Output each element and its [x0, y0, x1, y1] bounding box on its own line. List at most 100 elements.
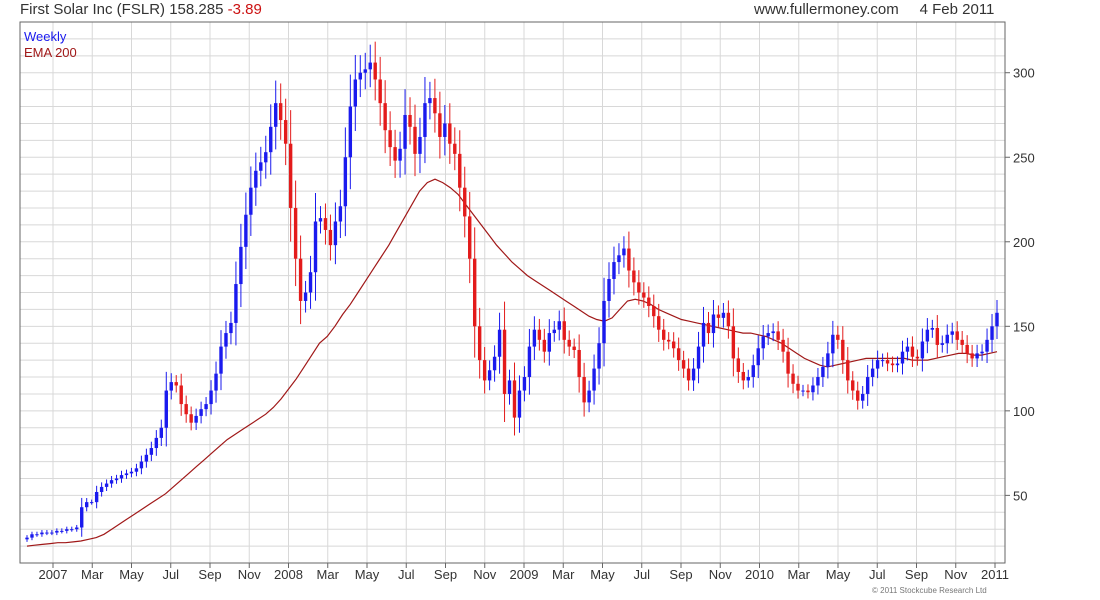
candle-body — [612, 262, 616, 279]
candle-body — [134, 468, 139, 472]
x-tick-label: May — [826, 567, 851, 582]
candle-body — [895, 363, 900, 366]
candle-body — [721, 312, 726, 318]
candle-body — [283, 120, 288, 144]
candle-body — [104, 483, 109, 487]
candle-body — [144, 454, 149, 462]
candle-body — [497, 329, 502, 357]
candle-body — [597, 343, 601, 369]
candle-body — [363, 69, 367, 73]
candle-body — [333, 221, 338, 246]
candle-body — [950, 331, 954, 335]
candle-body — [811, 385, 815, 393]
candle-body — [836, 334, 840, 340]
candle-body — [890, 363, 895, 366]
candle-body — [627, 248, 631, 271]
candle-body — [746, 377, 750, 381]
candle-body — [60, 530, 64, 532]
candle-body — [423, 103, 427, 137]
candle-body — [154, 437, 159, 449]
candle-body — [124, 473, 129, 476]
stock-chart: 50100150200250300 2007 Mar May Jul Sep Nov 200… — [19, 21, 1035, 582]
candle-body — [507, 380, 512, 394]
candle-body — [368, 62, 372, 70]
candle-body — [662, 329, 666, 340]
y-tick-label: 50 — [1013, 488, 1027, 503]
candle-body — [716, 314, 721, 318]
candle-body — [711, 314, 716, 334]
x-tick-label: Mar — [552, 567, 575, 582]
candle-body — [761, 336, 765, 349]
candle-body — [35, 534, 39, 536]
candle-body — [632, 270, 636, 283]
candle-body — [99, 486, 104, 492]
candle-body — [378, 79, 382, 104]
legend-weekly: Weekly — [24, 29, 67, 44]
candle-body — [194, 415, 198, 423]
candle-body — [448, 123, 452, 144]
x-tick-label: 2007 — [39, 567, 68, 582]
candle-body — [572, 346, 576, 350]
candle-body — [696, 346, 701, 369]
candle-body — [55, 530, 59, 533]
candle-body — [184, 404, 188, 415]
candle-body — [512, 380, 517, 418]
copyright-text: © 2011 Stockcube Research Ltd — [872, 586, 987, 595]
candle-body — [388, 130, 392, 148]
candle-body — [816, 377, 820, 386]
candle-body — [179, 385, 183, 405]
candle-body — [189, 414, 193, 423]
candle-body — [522, 377, 527, 391]
candle-body — [801, 390, 805, 392]
y-tick-label: 200 — [1013, 235, 1035, 250]
candle-body — [343, 157, 348, 207]
candle-body — [900, 351, 905, 364]
candle-body — [219, 346, 223, 374]
candle-body — [532, 329, 537, 347]
candle-body — [915, 356, 920, 359]
candle-body — [776, 331, 780, 340]
candle-body — [771, 331, 775, 334]
candle-body — [428, 98, 432, 104]
candle-body — [686, 368, 691, 381]
candle-body — [84, 502, 89, 508]
candle-body — [214, 373, 218, 391]
x-tick-label: Jul — [398, 567, 415, 582]
x-tick-label: Nov — [709, 567, 733, 582]
candle-body — [109, 480, 114, 484]
candle-body — [119, 475, 124, 479]
candle-body — [826, 353, 830, 367]
candle-body — [463, 187, 467, 217]
candle-body — [617, 255, 621, 263]
candle-body — [681, 360, 686, 369]
candle-body — [408, 114, 412, 127]
candle-body — [935, 328, 940, 345]
candle-body — [652, 306, 656, 317]
candle-body — [880, 360, 885, 362]
candle-body — [25, 537, 29, 540]
candle-body — [199, 409, 203, 416]
candle-body — [806, 390, 810, 393]
candle-body — [65, 529, 69, 531]
candle-body — [657, 316, 661, 330]
candle-body — [472, 258, 477, 327]
candle-body — [164, 390, 168, 428]
candle-body — [70, 529, 74, 531]
candle-body — [622, 248, 626, 256]
candle-body — [169, 382, 173, 391]
candle-body — [159, 427, 164, 438]
x-tick-label: Sep — [905, 567, 928, 582]
candle-body — [468, 216, 472, 259]
candle-body — [254, 170, 258, 188]
y-tick-label: 150 — [1013, 319, 1035, 334]
x-tick-label: Nov — [238, 567, 262, 582]
x-tick-label: Sep — [434, 567, 457, 582]
candle-body — [393, 147, 397, 161]
candle-body — [527, 346, 532, 378]
x-tick-label: Mar — [81, 567, 104, 582]
candle-body — [547, 333, 552, 352]
candle-body — [438, 113, 442, 137]
candle-body — [756, 348, 760, 366]
candle-body — [114, 478, 119, 481]
candle-body — [398, 148, 402, 161]
